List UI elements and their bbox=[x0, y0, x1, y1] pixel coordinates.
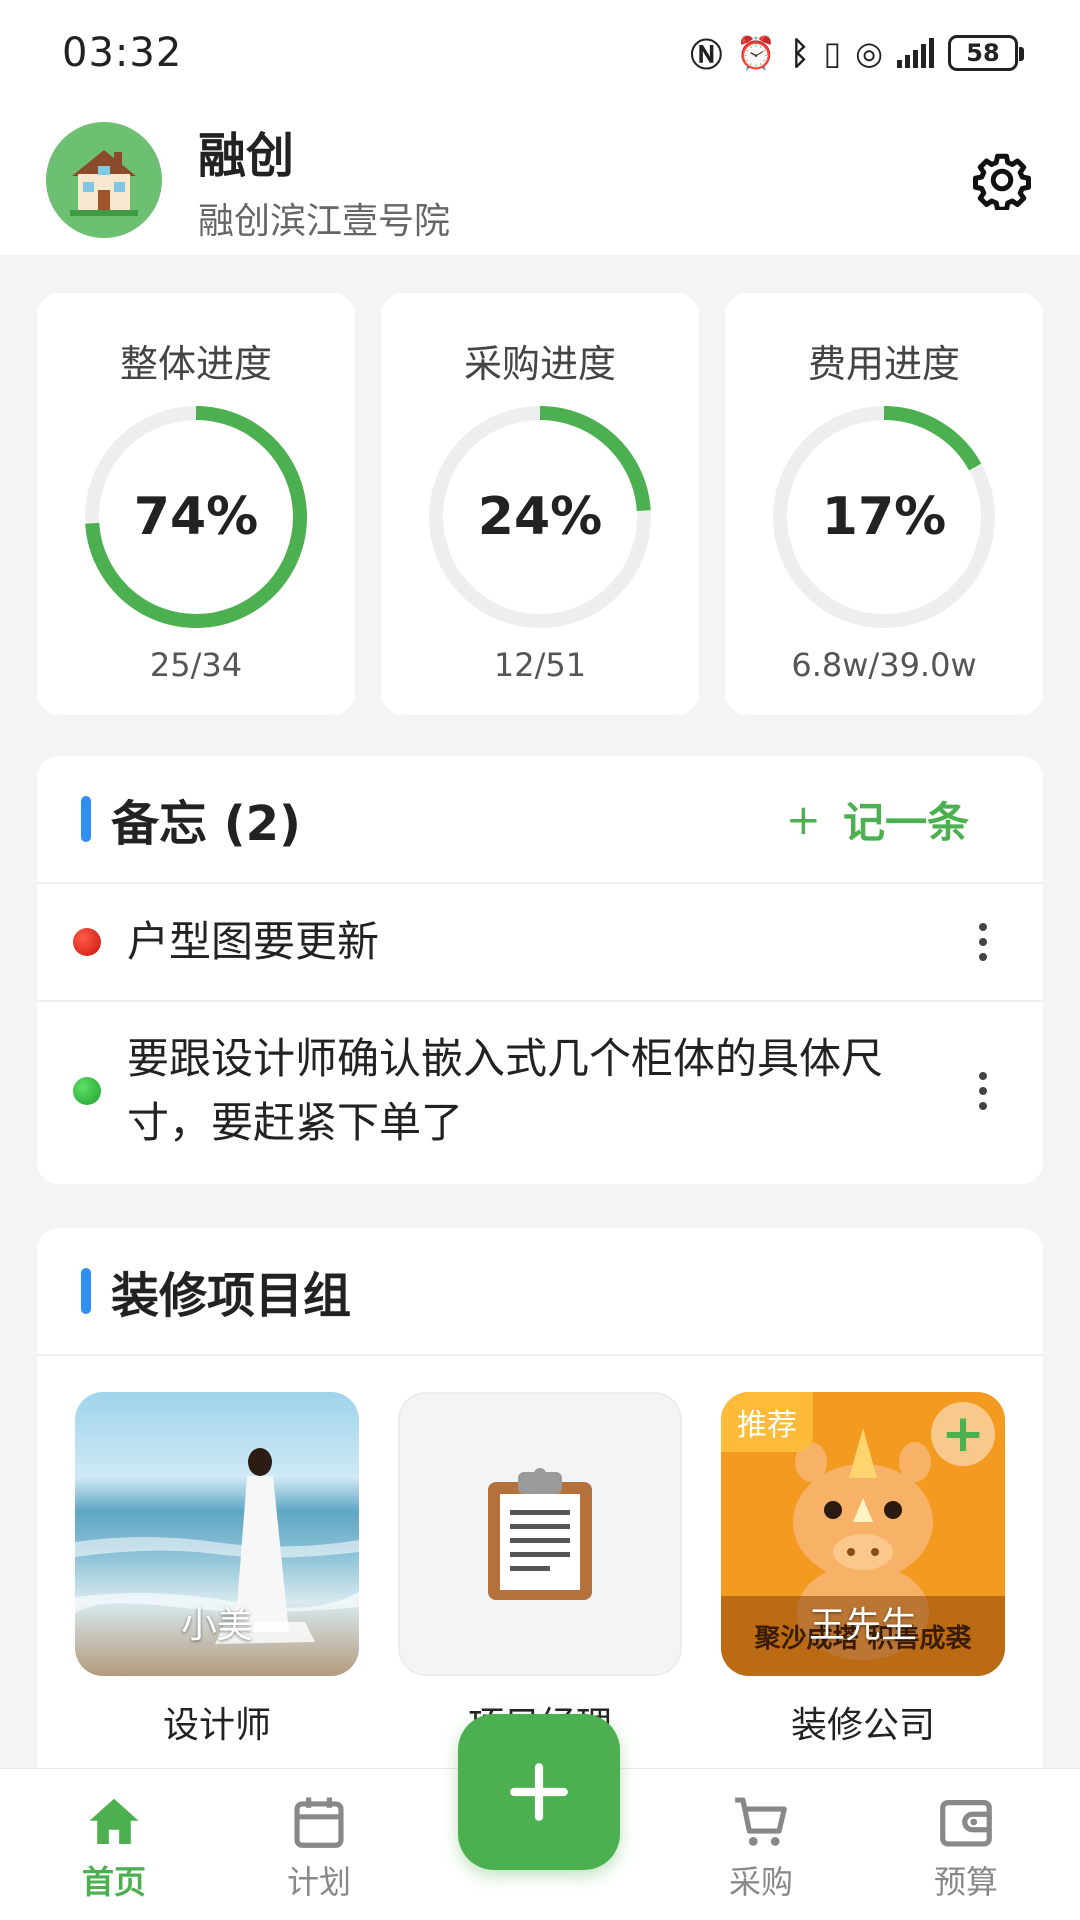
progress-detail: 12/51 bbox=[493, 646, 587, 684]
more-options-icon[interactable] bbox=[963, 1072, 1003, 1110]
nav-label: 采购 bbox=[728, 1863, 793, 1901]
progress-ring: 74% bbox=[81, 402, 311, 632]
progress-title: 整体进度 bbox=[119, 342, 272, 386]
battery-icon: 58 bbox=[948, 34, 1024, 71]
nfc-icon: Ⓝ bbox=[690, 35, 723, 74]
progress-card-purchase[interactable]: 采购进度 24% 12/51 bbox=[381, 293, 699, 715]
member-role: 设计师 bbox=[162, 1705, 271, 1746]
nav-item-plan[interactable]: 计划 bbox=[235, 1769, 403, 1920]
progress-title: 采购进度 bbox=[463, 342, 616, 386]
rhino-mascot-image[interactable]: 推荐 + 聚沙成塔 积善成裘 王先生 bbox=[721, 1392, 1005, 1676]
status-time: 03:32 bbox=[62, 29, 183, 76]
memo-title: 备忘 (2) bbox=[111, 796, 301, 852]
memo-item[interactable]: 要跟设计师确认嵌入式几个柜体的具体尺寸，要赶紧下单了 bbox=[37, 1002, 1043, 1180]
progress-percent: 24% bbox=[477, 487, 603, 547]
status-bar: 03:32 Ⓝ ⏰ ᛒ ▯ ◎ 58 bbox=[0, 0, 1080, 105]
progress-detail: 25/34 bbox=[149, 646, 243, 684]
member-role: 装修公司 bbox=[790, 1705, 935, 1746]
progress-title: 费用进度 bbox=[807, 342, 960, 386]
settings-button[interactable] bbox=[970, 148, 1034, 212]
member-name: 小美 bbox=[180, 1605, 253, 1646]
section-accent-bar bbox=[81, 796, 91, 842]
memo-item[interactable]: 户型图要更新 bbox=[37, 884, 1043, 1002]
progress-detail: 6.8w/39.0w bbox=[791, 646, 977, 684]
cart-icon bbox=[735, 1797, 787, 1846]
team-title: 装修项目组 bbox=[111, 1268, 352, 1324]
add-fab-button[interactable] bbox=[458, 1714, 620, 1870]
wallet-icon bbox=[940, 1800, 992, 1847]
vibrate-icon: ▯ bbox=[823, 33, 842, 72]
header-text: 融创 融创滨江壹号院 bbox=[198, 116, 970, 244]
clipboard-icon[interactable] bbox=[398, 1392, 682, 1676]
section-accent-bar bbox=[81, 1268, 91, 1314]
add-memo-button[interactable]: + 记一条 bbox=[786, 789, 969, 850]
progress-ring: 24% bbox=[425, 402, 655, 632]
memo-status-dot bbox=[73, 1077, 101, 1105]
designer-photo[interactable]: 小美 bbox=[75, 1392, 359, 1676]
alarm-icon: ⏰ bbox=[736, 33, 777, 72]
nav-label: 预算 bbox=[933, 1863, 998, 1901]
team-header: 装修项目组 bbox=[37, 1228, 1043, 1356]
team-members: 小美 设计师 项目经理 bbox=[37, 1392, 1043, 1748]
recommend-tag: 推荐 bbox=[721, 1392, 813, 1452]
signal-icon bbox=[897, 37, 934, 68]
gear-icon bbox=[973, 153, 1031, 210]
more-options-icon[interactable] bbox=[963, 923, 1003, 961]
nav-item-budget[interactable]: 预算 bbox=[882, 1769, 1050, 1920]
progress-card-overall[interactable]: 整体进度 74% 25/34 bbox=[37, 293, 355, 715]
memo-status-dot bbox=[73, 928, 101, 956]
plus-icon bbox=[510, 1763, 568, 1821]
team-member-designer[interactable]: 小美 设计师 bbox=[75, 1392, 359, 1748]
progress-ring: 17% bbox=[769, 402, 999, 632]
team-card: 装修项目组 小美 设计师 推荐 + 聚沙成塔 积善成裘 王先生 装修公司 bbox=[37, 1228, 1043, 1788]
nav-item-purchase[interactable]: 采购 bbox=[677, 1769, 845, 1920]
nav-item-home[interactable]: 首页 bbox=[30, 1769, 198, 1920]
memo-card: 备忘 (2) + 记一条 户型图要更新 要跟设计师确认嵌入式几个柜体的具体尺寸，… bbox=[37, 756, 1043, 1184]
plus-icon: + bbox=[785, 794, 821, 844]
home-icon bbox=[89, 1798, 139, 1844]
team-member-manager[interactable]: 项目经理 bbox=[398, 1392, 682, 1748]
add-company-button[interactable]: + bbox=[931, 1402, 995, 1466]
memo-text: 要跟设计师确认嵌入式几个柜体的具体尺寸，要赶紧下单了 bbox=[127, 1034, 884, 1147]
calendar-icon bbox=[294, 1797, 344, 1848]
progress-card-cost[interactable]: 费用进度 17% 6.8w/39.0w bbox=[725, 293, 1043, 715]
house-avatar-icon[interactable] bbox=[46, 122, 162, 238]
project-name: 融创 bbox=[198, 128, 295, 184]
nav-label: 计划 bbox=[286, 1863, 351, 1901]
project-subtitle: 融创滨江壹号院 bbox=[198, 201, 451, 242]
bluetooth-icon: ᛒ bbox=[790, 33, 810, 72]
progress-row: 整体进度 74% 25/34 采购进度 24% 12/51 费用进度 17% 6… bbox=[37, 293, 1043, 715]
progress-percent: 74% bbox=[133, 487, 259, 547]
progress-percent: 17% bbox=[821, 487, 947, 547]
memo-header: 备忘 (2) + 记一条 bbox=[37, 756, 1043, 884]
nav-label: 首页 bbox=[81, 1863, 146, 1901]
status-icons: Ⓝ ⏰ ᛒ ▯ ◎ 58 bbox=[690, 30, 1024, 76]
member-name: 王先生 bbox=[808, 1605, 917, 1646]
team-member-company[interactable]: 推荐 + 聚沙成塔 积善成裘 王先生 装修公司 bbox=[721, 1392, 1005, 1748]
add-memo-label: 记一条 bbox=[842, 797, 969, 847]
memo-text: 户型图要更新 bbox=[127, 917, 380, 966]
project-header: 融创 融创滨江壹号院 bbox=[0, 105, 1080, 255]
hotspot-icon: ◎ bbox=[855, 33, 883, 72]
